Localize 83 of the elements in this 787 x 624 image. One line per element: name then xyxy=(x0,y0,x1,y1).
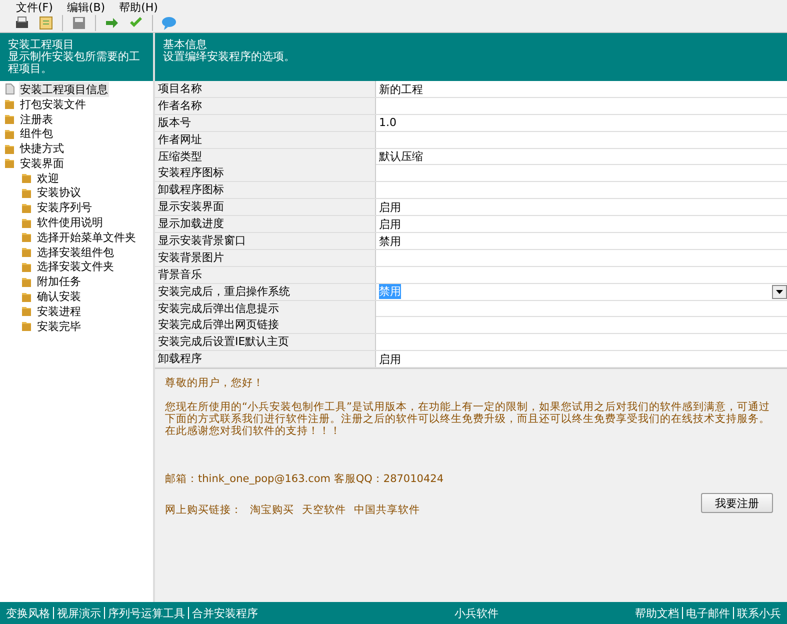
tree-item[interactable]: 安装工程项目信息 xyxy=(19,82,109,97)
buy-label[interactable]: 网上购买链接： xyxy=(165,504,242,516)
tree-item[interactable]: 确认安装 xyxy=(36,289,82,304)
property-name: 项目名称 xyxy=(155,81,376,97)
status-link[interactable]: 帮助文档 xyxy=(635,606,679,620)
buy-link[interactable]: 天空软件 xyxy=(302,504,346,516)
property-value[interactable]: 启用 xyxy=(379,200,401,215)
folder-icon xyxy=(21,202,32,214)
folder-icon xyxy=(21,276,32,288)
property-name: 压缩类型 xyxy=(155,148,376,165)
dropdown-button[interactable] xyxy=(772,284,787,299)
folder-icon xyxy=(21,260,32,273)
folder-icon xyxy=(21,231,32,244)
folder-icon xyxy=(21,320,32,332)
folder-icon xyxy=(4,142,15,155)
property-value[interactable]: 禁用 xyxy=(379,234,401,249)
tree-item[interactable]: 安装协议 xyxy=(36,185,82,200)
status-text: 小兵软件 xyxy=(454,606,498,620)
panel-subtitle: 设置编绎安装程序的选项。 xyxy=(163,51,296,63)
status-link[interactable]: 序列号运算工具 xyxy=(108,606,185,620)
property-name: 安装完成后，重启操作系统 xyxy=(155,284,376,300)
notice-text: 您现在所使用的“小兵安装包制作工具”是试用版本，在功能上有一定的限制，如果您试用之后对我们的软件感到满意，可通过下面的方式联系我们进行软件注册。注册之后的软件可以终生免费升级，而且还可以终生免费享受我们的在线技术支持服务。在此感谢您对我们软件的支持！！！ xyxy=(165,401,771,438)
property-name: 卸载程序 xyxy=(155,351,376,368)
status-link[interactable]: 变换风格 xyxy=(6,606,50,620)
property-value[interactable]: 1.0 xyxy=(379,116,396,130)
property-name: 背景音乐 xyxy=(155,266,376,283)
property-name: 安装完成后弹出网页链接 xyxy=(155,317,376,334)
menu-item[interactable]: 帮助(H) xyxy=(119,2,158,13)
tree-item[interactable]: 选择安装组件包 xyxy=(36,244,115,260)
folder-icon xyxy=(4,98,15,110)
tree-item[interactable]: 选择开始菜单文件夹 xyxy=(36,230,137,245)
tree-item[interactable]: 快捷方式 xyxy=(19,141,65,156)
status-link[interactable]: 视屏演示 xyxy=(57,606,101,620)
tree-item[interactable]: 软件使用说明 xyxy=(36,215,104,230)
menu-item[interactable]: 文件(F) xyxy=(16,2,53,13)
property-value[interactable]: 默认压缩 xyxy=(379,149,423,164)
property-value[interactable]: 启用 xyxy=(379,216,401,232)
property-name: 安装完成后弹出信息提示 xyxy=(155,300,376,317)
folder-icon xyxy=(21,290,32,303)
property-name: 作者名称 xyxy=(155,98,376,114)
property-name: 安装背景图片 xyxy=(155,250,376,266)
buy-link[interactable]: 淘宝购买 xyxy=(250,504,294,516)
panel-subtitle: 显示制作安装包所需要的工程项目。 xyxy=(8,51,141,75)
folder-icon xyxy=(21,186,32,199)
property-name: 显示加载进度 xyxy=(155,216,376,232)
contact-text: 邮箱：think_one_pop@163.com 客服QQ：287010424 xyxy=(165,473,445,486)
folder-icon xyxy=(21,246,32,258)
document-icon xyxy=(4,83,15,96)
caret-icon xyxy=(776,290,783,294)
status-link[interactable]: 联系小兵 xyxy=(737,606,781,620)
property-name: 安装程序图标 xyxy=(155,165,376,182)
property-name: 显示安装界面 xyxy=(155,199,376,216)
folder-icon xyxy=(21,305,32,318)
tree-item[interactable]: 安装完毕 xyxy=(36,318,82,334)
tree-item[interactable]: 安装进程 xyxy=(36,304,82,319)
property-name: 作者网址 xyxy=(155,132,376,148)
tree-item[interactable]: 欢迎 xyxy=(36,170,60,186)
status-link[interactable]: 合并安装程序 xyxy=(192,606,258,620)
tree-item[interactable]: 注册表 xyxy=(19,112,54,126)
folder-icon xyxy=(4,157,15,170)
folder-icon xyxy=(4,128,15,140)
buy-link[interactable]: 中国共享软件 xyxy=(354,504,420,516)
register-button[interactable]: 我要注册 xyxy=(701,493,773,514)
panel-title: 安装工程项目 xyxy=(8,39,75,51)
tree-item[interactable]: 安装界面 xyxy=(19,156,65,171)
tree-item[interactable]: 组件包 xyxy=(19,126,54,142)
panel-title: 基本信息 xyxy=(163,39,208,51)
tree-item[interactable]: 打包安装文件 xyxy=(19,96,87,112)
property-name: 版本号 xyxy=(155,114,376,131)
menu-item[interactable]: 编辑(B) xyxy=(66,2,106,13)
folder-icon xyxy=(21,216,32,229)
tree-item[interactable]: 安装序列号 xyxy=(36,200,93,216)
property-name: 显示安装背景窗口 xyxy=(155,233,376,250)
folder-icon xyxy=(21,172,32,184)
greeting-text: 尊敬的用户，您好！ xyxy=(165,377,265,390)
tree-item[interactable]: 附加任务 xyxy=(36,274,82,290)
property-value[interactable]: 新的工程 xyxy=(379,82,423,96)
property-value[interactable]: 启用 xyxy=(379,352,401,367)
property-name: 卸载程序图标 xyxy=(155,182,376,198)
status-link[interactable]: 电子邮件 xyxy=(686,606,730,620)
tree-item[interactable]: 选择安装文件夹 xyxy=(36,259,115,274)
property-name: 安装完成后设置IE默认主页 xyxy=(155,334,376,350)
folder-icon xyxy=(4,112,15,125)
